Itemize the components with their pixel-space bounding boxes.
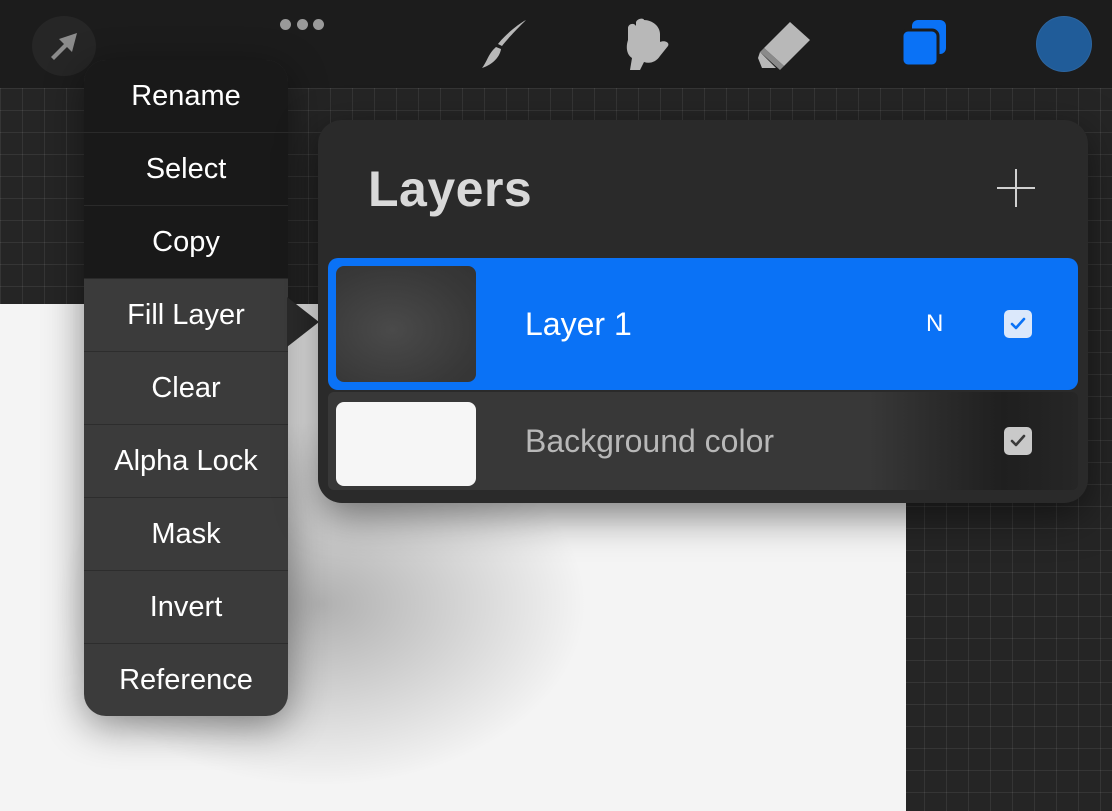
visibility-checkbox[interactable]	[1004, 427, 1032, 455]
layers-icon	[900, 20, 946, 68]
plus-icon	[997, 169, 1035, 207]
panel-title: Layers	[368, 161, 533, 217]
visibility-checkbox[interactable]	[1004, 310, 1032, 338]
eraser-icon	[758, 22, 810, 70]
blend-mode-button[interactable]: N	[926, 310, 943, 338]
menu-item-clear[interactable]: Clear	[84, 352, 288, 425]
menu-item-mask[interactable]: Mask	[84, 498, 288, 571]
layer-thumbnail[interactable]	[336, 266, 476, 382]
menu-item-rename[interactable]: Rename	[84, 60, 288, 133]
layer-name: Background color	[525, 422, 775, 459]
menu-item-alpha-lock[interactable]: Alpha Lock	[84, 425, 288, 498]
eraser-tool-button[interactable]	[752, 14, 816, 74]
menu-item-select[interactable]: Select	[84, 133, 288, 206]
layer-row-background-color[interactable]: Background color	[328, 392, 1078, 490]
menu-item-fill-layer[interactable]: Fill Layer	[84, 279, 288, 352]
add-layer-button[interactable]	[994, 166, 1038, 210]
checkmark-icon	[1010, 434, 1026, 447]
smudge-tool-button[interactable]	[612, 14, 676, 74]
smudge-icon	[626, 18, 669, 70]
menu-item-reference[interactable]: Reference	[84, 644, 288, 716]
layers-panel: Layers Layer 1 N Background color	[318, 120, 1088, 503]
menu-item-copy[interactable]: Copy	[84, 206, 288, 279]
menu-pointer-arrow	[287, 297, 319, 347]
layer-name: Layer 1	[525, 305, 632, 342]
layer-row-layer-1[interactable]: Layer 1 N	[328, 258, 1078, 390]
brush-icon	[482, 20, 526, 68]
transform-button[interactable]	[32, 16, 96, 76]
arrow-icon	[51, 33, 77, 60]
more-icon[interactable]	[280, 18, 324, 30]
checkmark-icon	[1010, 317, 1026, 330]
layer-options-menu: Rename Select Copy Fill Layer Clear Alph…	[84, 60, 288, 716]
brush-tool-button[interactable]	[472, 14, 536, 74]
background-thumbnail[interactable]	[336, 402, 476, 486]
color-icon[interactable]	[1036, 16, 1092, 72]
layers-tool-button[interactable]	[892, 14, 956, 74]
menu-item-invert[interactable]: Invert	[84, 571, 288, 644]
